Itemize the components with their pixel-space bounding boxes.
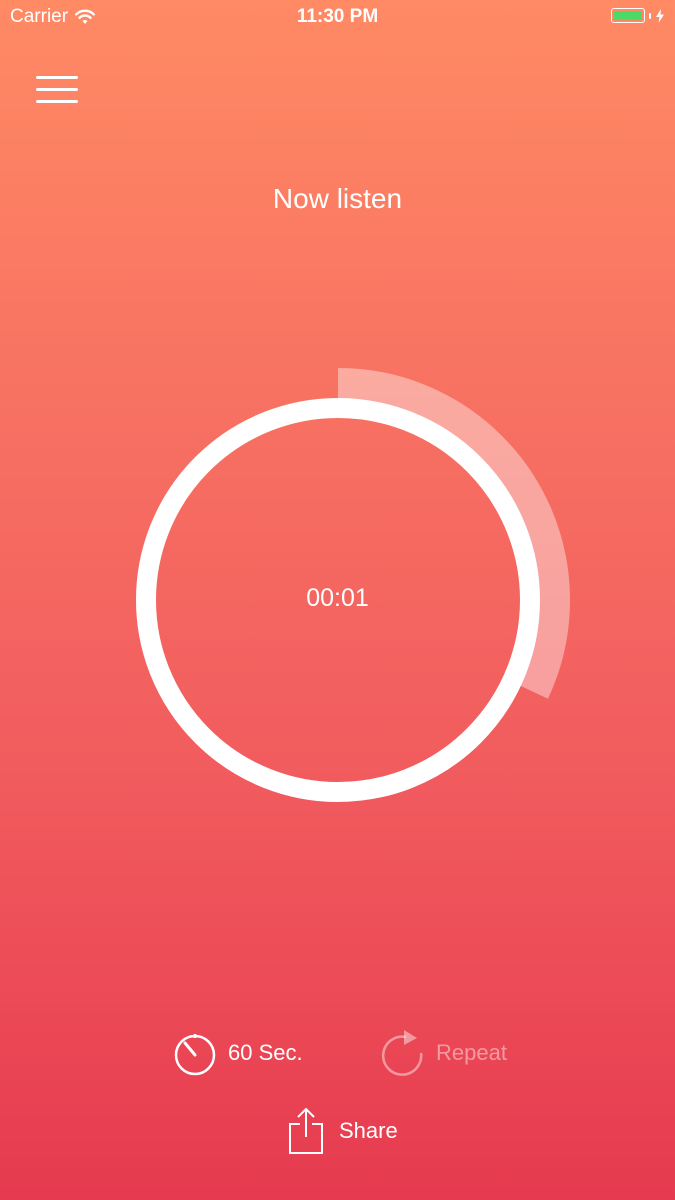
share-button[interactable]: Share xyxy=(287,1106,398,1156)
status-time: 11:30 PM xyxy=(296,6,379,27)
hamburger-menu-icon[interactable] xyxy=(36,74,80,106)
stopwatch-icon xyxy=(174,1034,216,1076)
duration-label: 60 Sec. xyxy=(228,1040,303,1065)
charging-bolt-icon xyxy=(656,8,664,23)
status-bar: Carrier 11:30 PM xyxy=(0,0,675,36)
share-icon xyxy=(289,1107,323,1154)
share-label: Share xyxy=(339,1118,398,1143)
battery-icon xyxy=(611,8,645,23)
timer-elapsed: 00:01 xyxy=(306,584,369,612)
duration-button[interactable]: 60 Sec. xyxy=(172,1028,303,1078)
page-title: Now listen xyxy=(272,183,403,214)
battery-level xyxy=(614,11,642,20)
repeat-label: Repeat xyxy=(436,1040,507,1065)
battery-tip xyxy=(649,12,651,19)
repeat-icon xyxy=(382,1030,423,1076)
battery-indicator xyxy=(611,8,665,23)
repeat-button[interactable]: Repeat xyxy=(380,1028,507,1078)
timer-progress-arc xyxy=(337,368,570,699)
